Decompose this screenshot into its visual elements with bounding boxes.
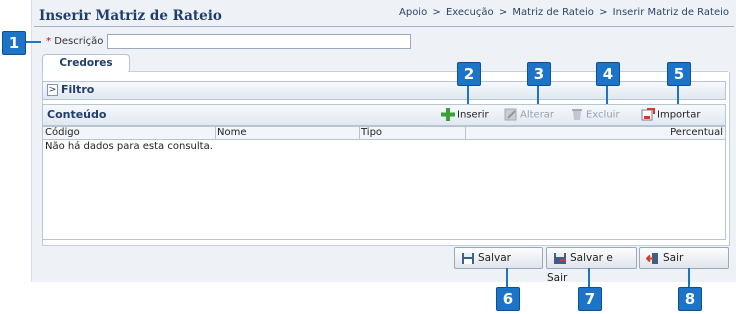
expand-icon[interactable]: > — [47, 84, 58, 96]
callout-1: 1 — [2, 31, 26, 55]
column-percentual[interactable]: Percentual — [465, 127, 723, 139]
data-grid: Código Nome Tipo Percentual Não há dados… — [42, 126, 726, 240]
inserir-label: Inserir — [457, 109, 489, 121]
alterar-button[interactable]: Alterar — [504, 108, 554, 121]
page-title: Inserir Matriz de Rateio — [39, 8, 222, 24]
floppy-icon — [462, 252, 474, 264]
filter-header[interactable]: > Filtro — [42, 81, 726, 100]
callout-arrow — [606, 86, 608, 104]
title-divider — [34, 26, 734, 27]
breadcrumb-item-apoio[interactable]: Apoio — [399, 7, 427, 18]
callout-8: 8 — [678, 287, 702, 311]
salvar-button[interactable]: Salvar — [454, 247, 543, 269]
callout-4: 4 — [596, 62, 620, 86]
import-icon — [641, 108, 655, 121]
breadcrumb: Apoio > Execução > Matriz de Rateio > In… — [398, 7, 730, 18]
importar-button[interactable]: Importar — [641, 108, 700, 121]
plus-icon — [441, 108, 455, 121]
callout-6: 6 — [496, 287, 520, 311]
content-header: Conteúdo Inserir Alterar Excluir Importa… — [42, 104, 726, 126]
descricao-label-text: Descrição — [54, 36, 104, 47]
alterar-label: Alterar — [520, 109, 555, 121]
callout-arrow — [677, 86, 679, 104]
excluir-button[interactable]: Excluir — [570, 108, 620, 121]
empty-message: Não há dados para esta consulta. — [45, 141, 213, 152]
excluir-label: Excluir — [586, 109, 620, 121]
salvar-e-sair-button[interactable]: Salvar e Sair — [546, 247, 637, 284]
column-nome[interactable]: Nome — [215, 127, 360, 139]
grid-header: Código Nome Tipo Percentual — [43, 127, 725, 140]
floppy-exit-icon — [554, 252, 566, 264]
callout-7: 7 — [578, 287, 602, 311]
callout-5: 5 — [667, 62, 691, 86]
edit-icon — [504, 108, 517, 121]
callout-arrow — [537, 86, 539, 104]
descricao-label: * Descrição — [46, 36, 103, 47]
column-tipo[interactable]: Tipo — [359, 127, 466, 139]
trash-icon — [572, 109, 582, 120]
content-label: Conteúdo — [47, 108, 107, 121]
sair-button[interactable]: Sair — [639, 247, 729, 269]
callout-arrow — [688, 268, 690, 287]
callout-arrow — [467, 86, 469, 104]
inserir-button[interactable]: Inserir — [441, 108, 489, 121]
salvar-label: Salvar — [478, 252, 511, 264]
breadcrumb-separator: > — [599, 7, 608, 18]
exit-icon — [646, 252, 658, 264]
breadcrumb-item-current: Inserir Matriz de Rateio — [612, 7, 729, 18]
importar-label: Importar — [657, 109, 701, 121]
breadcrumb-separator: > — [432, 7, 441, 18]
callout-arrow — [506, 268, 508, 287]
column-codigo[interactable]: Código — [43, 127, 216, 139]
tab-credores[interactable]: Credores — [42, 54, 130, 72]
required-mark: * — [46, 36, 51, 47]
callout-3: 3 — [527, 62, 551, 86]
callout-arrow — [26, 41, 41, 43]
breadcrumb-item-execucao[interactable]: Execução — [446, 7, 494, 18]
sair-label: Sair — [663, 252, 684, 264]
filter-label: Filtro — [61, 83, 95, 96]
breadcrumb-separator: > — [498, 7, 508, 18]
callout-arrow — [588, 268, 590, 287]
callout-2: 2 — [457, 62, 481, 86]
breadcrumb-item-matriz[interactable]: Matriz de Rateio — [512, 7, 594, 18]
descricao-input[interactable] — [107, 34, 411, 49]
